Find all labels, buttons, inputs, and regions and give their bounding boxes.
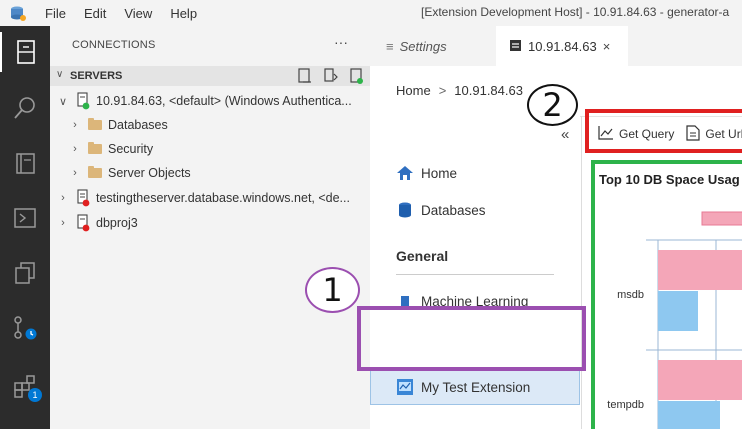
- menu-file[interactable]: File: [36, 6, 75, 21]
- tree-item-databases[interactable]: › Databases: [50, 113, 370, 137]
- folder-icon: [88, 166, 102, 178]
- breadcrumb-home[interactable]: Home: [396, 83, 431, 98]
- nav-label: Databases: [421, 202, 486, 218]
- database-icon: [396, 202, 414, 218]
- extensions-badge: 1: [28, 388, 42, 402]
- extension-icon: [396, 379, 414, 395]
- folder-icon: [88, 142, 102, 154]
- nav-machine-learning[interactable]: Machine Learning: [396, 290, 528, 312]
- line-chart-icon: [598, 125, 614, 143]
- editor-tabs: ≡ Settings 10.91.84.63 ×: [370, 26, 742, 66]
- server-disconnected-icon: [70, 214, 96, 232]
- notebooks-icon[interactable]: [0, 143, 50, 183]
- extensions-icon[interactable]: 1: [0, 366, 50, 406]
- chart-panel: Top 10 DB Space Usag msdb tempdb: [596, 162, 742, 429]
- servers-section-header[interactable]: ∨ SERVERS: [50, 66, 370, 86]
- annotation-marker-1: 1: [305, 267, 360, 313]
- chevron-right-icon: ›: [73, 167, 77, 179]
- tree-item-server-objects[interactable]: › Server Objects: [50, 161, 370, 185]
- pane-splitter[interactable]: [581, 116, 582, 429]
- copy-icon[interactable]: [0, 253, 50, 293]
- terminal-icon[interactable]: [0, 198, 50, 238]
- menu-view[interactable]: View: [115, 6, 161, 21]
- settings-lines-icon: ≡: [386, 38, 394, 54]
- breadcrumb-separator: >: [438, 83, 447, 98]
- chevron-down-icon: ∨: [58, 95, 68, 108]
- button-label: Get Query: [619, 127, 675, 141]
- nav-label: Home: [421, 165, 458, 181]
- chevron-right-icon: ›: [73, 119, 77, 131]
- tree-item-label: dbproj3: [96, 216, 138, 230]
- tab-label: 10.91.84.63: [528, 38, 597, 54]
- annotation-marker-2: 2: [527, 84, 578, 126]
- breadcrumb-server[interactable]: 10.91.84.63: [454, 83, 523, 98]
- new-server-group-icon[interactable]: [324, 68, 338, 87]
- active-connections-icon[interactable]: [350, 68, 364, 87]
- tab-label: Settings: [399, 38, 447, 54]
- source-control-icon[interactable]: [0, 308, 50, 348]
- connections-panel: CONNECTIONS ··· ∨ SERVERS ∨ 10.91.84.63,…: [50, 26, 370, 429]
- activity-bar: 1: [0, 26, 50, 429]
- menu-help[interactable]: Help: [161, 6, 206, 21]
- dashboard-nav: Home Databases General Machine Learning …: [370, 116, 580, 429]
- servers-label: SERVERS: [70, 70, 123, 82]
- category-label: msdb: [617, 289, 644, 301]
- home-icon: [396, 166, 414, 180]
- app-logo-icon: [0, 0, 36, 26]
- nav-my-test-extension[interactable]: My Test Extension: [396, 376, 530, 398]
- servers-actions: [298, 68, 364, 87]
- tree-item-server-primary[interactable]: ∨ 10.91.84.63, <default> (Windows Authen…: [50, 89, 370, 113]
- tree-item-server-azure[interactable]: › testingtheserver.database.windows.net,…: [50, 186, 370, 210]
- machine-learning-icon: [396, 294, 414, 308]
- document-icon: [686, 124, 700, 144]
- chevron-down-icon: ∨: [56, 69, 64, 80]
- bar: [658, 250, 742, 290]
- collapse-nav-button[interactable]: «: [561, 126, 569, 143]
- button-label: Get Url: [705, 127, 742, 141]
- tab-settings[interactable]: ≡ Settings: [370, 26, 496, 66]
- tree-item-label: Server Objects: [108, 166, 191, 180]
- close-icon[interactable]: ×: [603, 39, 611, 54]
- menu-edit[interactable]: Edit: [75, 6, 115, 21]
- azure-server-disconnected-icon: [70, 189, 96, 207]
- nav-home[interactable]: Home: [396, 162, 457, 184]
- search-icon[interactable]: [0, 88, 50, 128]
- legend-swatch: [701, 211, 742, 226]
- tab-server-dashboard[interactable]: 10.91.84.63 ×: [496, 26, 628, 66]
- extension-toolbar: Get Query Get Url: [592, 118, 742, 150]
- nav-databases[interactable]: Databases: [396, 199, 486, 221]
- tree-item-label: 10.91.84.63, <default> (Windows Authenti…: [96, 94, 352, 108]
- nav-label: Machine Learning: [421, 293, 529, 309]
- more-actions-button[interactable]: ···: [334, 34, 348, 50]
- folder-icon: [88, 118, 102, 130]
- bar: [658, 401, 720, 429]
- tree-item-security[interactable]: › Security: [50, 137, 370, 161]
- menu-bar: File Edit View Help: [36, 0, 206, 26]
- bar: [658, 291, 698, 331]
- nav-section-general: General: [396, 248, 449, 264]
- dashboard-icon: [510, 39, 521, 54]
- bar: [658, 360, 742, 400]
- tree-item-label: Security: [108, 142, 154, 156]
- server-connected-icon: [70, 92, 96, 110]
- nav-divider: [396, 274, 554, 275]
- chart-plot: msdb tempdb: [607, 211, 742, 429]
- tree-item-dbproj3[interactable]: › dbproj3: [50, 211, 370, 235]
- breadcrumb: Home >10.91.84.63: [396, 83, 523, 98]
- chevron-right-icon: ›: [73, 143, 77, 155]
- connections-header: CONNECTIONS: [72, 39, 156, 51]
- new-connection-icon[interactable]: [298, 68, 312, 87]
- title-bar: File Edit View Help [Extension Developme…: [0, 0, 742, 26]
- tree-item-label: testingtheserver.database.windows.net, <…: [96, 191, 350, 205]
- chevron-right-icon: ›: [61, 217, 65, 229]
- category-label: tempdb: [607, 399, 644, 411]
- nav-label: My Test Extension: [421, 379, 531, 395]
- get-query-button[interactable]: Get Query: [598, 125, 675, 143]
- window-title: [Extension Development Host] - 10.91.84.…: [421, 5, 730, 19]
- chevron-right-icon: ›: [61, 192, 65, 204]
- explorer-icon[interactable]: [0, 32, 50, 72]
- tree-item-label: Databases: [108, 118, 168, 132]
- get-url-button[interactable]: Get Url: [686, 124, 742, 144]
